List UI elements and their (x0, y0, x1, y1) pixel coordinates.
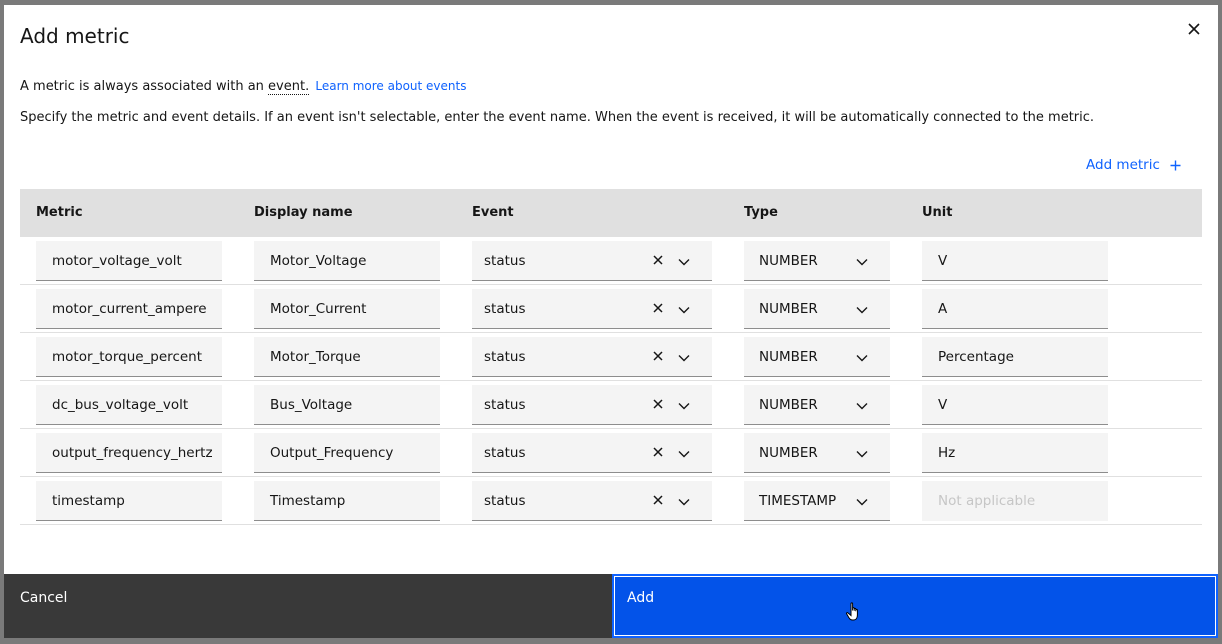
clear-icon[interactable] (653, 301, 663, 317)
type-value: NUMBER (759, 300, 818, 317)
header-unit: Unit (922, 205, 953, 220)
plus-icon (1170, 160, 1181, 170)
event-combobox[interactable]: status (472, 241, 712, 281)
display-name-input[interactable]: Motor_Torque (254, 337, 440, 377)
chevron-down-icon[interactable] (856, 302, 868, 318)
close-button[interactable] (1182, 17, 1206, 41)
event-value: status (484, 396, 526, 413)
event-value: status (484, 300, 526, 317)
modal-title: Add metric (20, 24, 130, 48)
type-dropdown[interactable]: TIMESTAMP (744, 481, 890, 521)
unit-input[interactable]: V (922, 385, 1108, 425)
unit-input[interactable]: Hz (922, 433, 1108, 473)
modal-footer: Cancel Add (4, 574, 1218, 638)
learn-more-link[interactable]: Learn more about events (315, 79, 466, 93)
display-name-input[interactable]: Motor_Current (254, 289, 440, 329)
event-combobox[interactable]: status (472, 481, 712, 521)
chevron-down-icon[interactable] (856, 398, 868, 414)
add-metric-label: Add metric (1086, 157, 1160, 173)
header-event: Event (472, 205, 514, 220)
chevron-down-icon[interactable] (856, 254, 868, 270)
chevron-down-icon[interactable] (678, 398, 690, 414)
add-metric-button[interactable]: Add metric (1086, 157, 1181, 173)
chevron-down-icon[interactable] (678, 494, 690, 510)
table-row: output_frequency_hertz Output_Frequency st… (20, 429, 1202, 477)
metric-input[interactable]: output_frequency_hertz (36, 433, 222, 473)
type-value: NUMBER (759, 348, 818, 365)
intro-prefix: A metric is always associated with an (20, 79, 269, 94)
type-value: NUMBER (759, 444, 818, 461)
chevron-down-icon[interactable] (678, 254, 690, 270)
metric-input[interactable]: dc_bus_voltage_volt (36, 385, 222, 425)
table-row: motor_torque_percent Motor_Torque status NU… (20, 333, 1202, 381)
unit-input: Not applicable (922, 481, 1108, 521)
event-combobox[interactable]: status (472, 337, 712, 377)
header-display-name: Display name (254, 205, 353, 220)
chevron-down-icon[interactable] (678, 446, 690, 462)
event-value: status (484, 252, 526, 269)
unit-input[interactable]: Percentage (922, 337, 1108, 377)
type-dropdown[interactable]: NUMBER (744, 337, 890, 377)
table-row: motor_voltage_volt Motor_Voltage status NUM… (20, 237, 1202, 285)
header-type: Type (744, 205, 778, 220)
clear-icon[interactable] (653, 493, 663, 509)
header-metric: Metric (36, 205, 83, 220)
table-row: dc_bus_voltage_volt Bus_Voltage status NUMB… (20, 381, 1202, 429)
clear-icon[interactable] (653, 397, 663, 413)
event-value: status (484, 492, 526, 509)
table-row: timestamp Timestamp status TIMESTAMP Not app… (20, 477, 1202, 525)
table-row: motor_current_ampere Motor_Current status N… (20, 285, 1202, 333)
intro-text: A metric is always associated with an ev… (20, 79, 466, 95)
chevron-down-icon[interactable] (856, 350, 868, 366)
clear-icon[interactable] (653, 445, 663, 461)
metric-input[interactable]: motor_voltage_volt (36, 241, 222, 281)
chevron-down-icon[interactable] (678, 302, 690, 318)
display-name-input[interactable]: Timestamp (254, 481, 440, 521)
add-button[interactable]: Add (612, 574, 1218, 638)
metric-input[interactable]: motor_current_ampere (36, 289, 222, 329)
event-combobox[interactable]: status (472, 385, 712, 425)
clear-icon[interactable] (653, 349, 663, 365)
display-name-input[interactable]: Output_Frequency (254, 433, 440, 473)
cancel-button[interactable]: Cancel (4, 574, 612, 638)
event-value: status (484, 348, 526, 365)
type-value: TIMESTAMP (759, 492, 837, 509)
event-term[interactable]: event. (268, 79, 310, 95)
unit-input[interactable]: A (922, 289, 1108, 329)
type-dropdown[interactable]: NUMBER (744, 385, 890, 425)
close-icon (1188, 23, 1200, 35)
type-value: NUMBER (759, 252, 818, 269)
event-combobox[interactable]: status (472, 433, 712, 473)
event-combobox[interactable]: status (472, 289, 712, 329)
type-dropdown[interactable]: NUMBER (744, 433, 890, 473)
metric-input[interactable]: timestamp (36, 481, 222, 521)
table-header: Metric Display name Event Type Unit (20, 189, 1202, 237)
hand-pointer-icon (845, 602, 858, 621)
chevron-down-icon[interactable] (678, 350, 690, 366)
unit-input[interactable]: V (922, 241, 1108, 281)
metrics-table: Metric Display name Event Type Unit moto… (20, 189, 1202, 525)
chevron-down-icon[interactable] (856, 494, 868, 510)
chevron-down-icon[interactable] (856, 446, 868, 462)
display-name-input[interactable]: Bus_Voltage (254, 385, 440, 425)
type-dropdown[interactable]: NUMBER (744, 289, 890, 329)
add-metric-modal: Add metric A metric is always associated… (4, 5, 1218, 638)
type-value: NUMBER (759, 396, 818, 413)
display-name-input[interactable]: Motor_Voltage (254, 241, 440, 281)
clear-icon[interactable] (653, 253, 663, 269)
modal-description: Specify the metric and event details. If… (20, 110, 1095, 125)
metric-input[interactable]: motor_torque_percent (36, 337, 222, 377)
type-dropdown[interactable]: NUMBER (744, 241, 890, 281)
event-value: status (484, 444, 526, 461)
